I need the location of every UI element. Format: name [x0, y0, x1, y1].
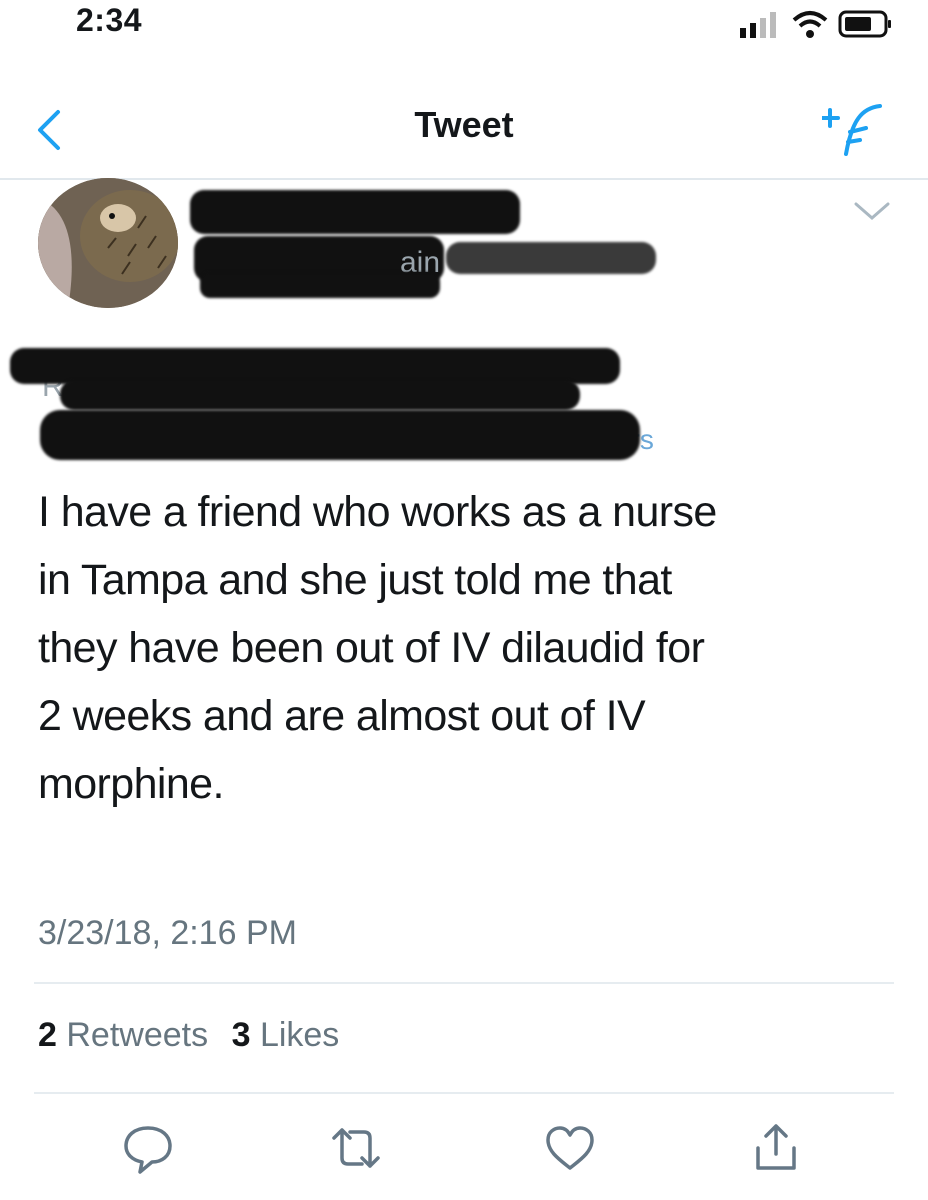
battery-icon	[838, 10, 891, 38]
tweet-line: morphine.	[38, 760, 224, 808]
retweets-stat[interactable]: 2 Retweets	[38, 1016, 208, 1054]
tweet-line: in Tampa and she just told me that	[38, 556, 672, 604]
share-button[interactable]	[746, 1118, 806, 1178]
more-options-button[interactable]	[852, 198, 892, 226]
redacted-reply-line-1b	[60, 380, 580, 410]
retweets-label: Retweets	[66, 1016, 209, 1054]
signal-icon	[740, 12, 776, 38]
likes-stat[interactable]: 3 Likes	[232, 1016, 340, 1054]
tweet-line: they have been out of IV dilaudid for	[38, 624, 705, 672]
redacted-reply-line-1	[10, 348, 620, 384]
tweet-action-bar	[0, 1118, 928, 1188]
status-time: 2:34	[76, 2, 143, 38]
retweet-icon	[332, 1128, 380, 1168]
like-button[interactable]	[540, 1118, 600, 1178]
like-icon	[546, 1126, 594, 1170]
avatar[interactable]	[38, 178, 178, 308]
redacted-display-name	[190, 190, 520, 234]
divider	[34, 1092, 894, 1094]
tweet-line: 2 weeks and are almost out of IV	[38, 692, 646, 740]
tweet-line: I have a friend who works as a nurse	[38, 488, 717, 536]
wifi-icon	[792, 11, 828, 38]
likes-count: 3	[231, 1016, 251, 1054]
retweet-button[interactable]	[326, 1118, 386, 1178]
chevron-down-icon	[854, 202, 890, 220]
tweet-body: I have a friend who works as a nurse in …	[38, 478, 898, 818]
redacted-reply-line-2	[40, 410, 640, 460]
status-icons	[732, 6, 902, 47]
retweets-count: 2	[38, 1016, 57, 1054]
hedgehog-avatar-image	[38, 178, 178, 308]
likes-label: Likes	[259, 1016, 340, 1054]
redacted-handle-scribble	[446, 242, 656, 274]
page-title: Tweet	[414, 104, 514, 145]
compose-icon	[820, 104, 882, 156]
divider	[34, 982, 894, 984]
share-icon	[756, 1124, 796, 1170]
reply-icon	[124, 1126, 172, 1174]
status-bar: 2:34	[0, 0, 928, 50]
reply-button[interactable]	[118, 1118, 178, 1178]
compose-button[interactable]	[820, 102, 884, 156]
tweet-timestamp: 3/23/18, 2:16 PM	[38, 914, 297, 952]
redacted-name-scribble	[200, 272, 440, 298]
engagement-stats: 2 Retweets 3 Likes	[38, 1016, 353, 1055]
nav-bar: Tweet	[0, 80, 928, 180]
